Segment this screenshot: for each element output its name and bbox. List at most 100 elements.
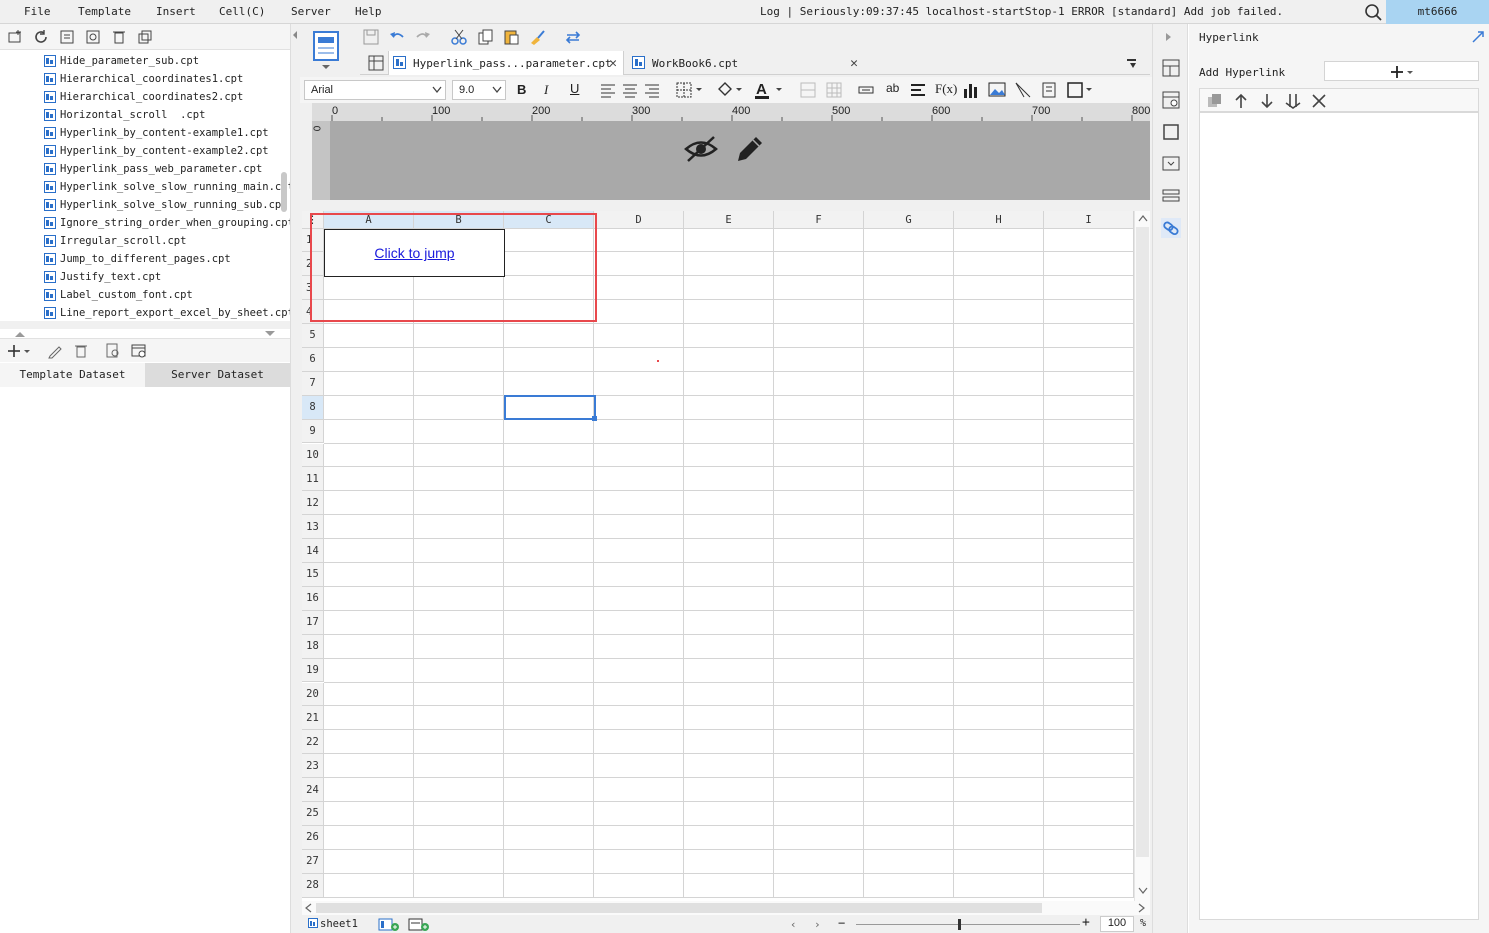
column-header-i[interactable]: I [1044,211,1134,229]
dataset-settings-icon[interactable] [130,342,148,360]
chevron-down-icon[interactable] [492,86,502,94]
locate-icon[interactable] [58,28,76,46]
zoom-input[interactable]: 100 [1100,916,1134,932]
file-list-scrollbar[interactable] [281,172,287,212]
add-hyperlink-button[interactable] [1324,61,1479,81]
eye-off-icon[interactable] [684,134,718,164]
unmerge-cells-icon[interactable] [826,82,842,98]
template-type-icon[interactable] [306,28,346,72]
save-icon[interactable] [362,28,380,46]
chevron-right-icon[interactable] [1165,32,1173,42]
cell-element-icon[interactable] [1161,58,1181,78]
chevron-right-icon[interactable] [1138,903,1146,913]
row-header-17[interactable]: 17 [302,610,324,635]
scroll-thumb[interactable] [1136,227,1149,857]
row-header-18[interactable]: 18 [302,634,324,659]
search-icon[interactable] [1362,2,1384,22]
add-sheet-icon[interactable] [378,917,400,931]
subreport-icon[interactable] [1040,81,1058,99]
menu-template[interactable]: Template [78,5,131,18]
row-header-7[interactable]: 7 [302,371,324,396]
file-item[interactable]: Line_report_export_excel_by_sheet.cpt [44,304,290,322]
copy-icon[interactable] [136,28,154,46]
chevron-up-icon[interactable] [1138,214,1148,222]
parameter-pane[interactable] [312,121,1150,200]
file-item[interactable]: Jump_to_different_pages.cpt [44,250,231,268]
row-header-8[interactable]: 8 [302,395,324,420]
file-item[interactable]: Horizontal_scroll .cpt [44,106,205,124]
scroll-thumb[interactable] [316,903,1042,913]
sheet-next-icon[interactable]: › [814,918,821,931]
chart-icon[interactable] [962,81,980,99]
column-header-f[interactable]: F [774,211,864,229]
row-header-15[interactable]: 15 [302,563,324,587]
link-icon[interactable] [1161,218,1181,238]
menu-help[interactable]: Help [355,5,382,18]
selected-cell[interactable] [504,395,597,421]
copy-hyperlink-icon[interactable] [1206,92,1224,110]
file-item[interactable]: Hierarchical_coordinates2.cpt [44,88,243,106]
slash-icon[interactable] [1014,81,1032,99]
tab-template-dataset[interactable]: Template Dataset [0,363,145,387]
close-tab-icon[interactable]: ✕ [609,56,617,71]
menu-server[interactable]: Server [291,5,331,18]
grid-vertical-scrollbar[interactable] [1134,211,1150,901]
delete-dataset-icon[interactable] [72,342,90,360]
row-header-14[interactable]: 14 [302,539,324,563]
add-polysheet-icon[interactable] [408,917,430,931]
column-header-h[interactable]: H [954,211,1044,229]
zoom-out-icon[interactable]: − [838,916,845,930]
row-header-12[interactable]: 12 [302,491,324,516]
format-painter-icon[interactable] [528,28,546,46]
column-header-d[interactable]: D [594,211,684,229]
text-wrap-icon[interactable] [858,82,874,98]
log-status-text[interactable]: Log | Seriously:09:37:45 localhost-start… [760,5,1283,18]
settings-icon[interactable] [84,28,102,46]
undo-icon[interactable] [388,28,406,46]
add-dataset-icon[interactable] [6,342,30,360]
copy-cells-icon[interactable] [476,28,494,46]
refresh-icon[interactable] [32,28,50,46]
condition-icon[interactable] [1161,186,1181,206]
file-item[interactable]: Hierarchical_coordinates1.cpt [44,70,243,88]
font-family-select[interactable]: Arial [304,80,446,100]
row-header-22[interactable]: 22 [302,730,324,755]
row-header-19[interactable]: 19 [302,658,324,683]
align-center-icon[interactable] [622,82,638,98]
align-left-icon[interactable] [600,82,616,98]
chevron-down-icon[interactable] [1138,887,1148,895]
zoom-slider-track[interactable] [856,924,1080,925]
bold-icon[interactable]: B [517,82,526,97]
file-list-hscrollbar[interactable] [0,321,290,329]
move-down-icon[interactable] [1258,92,1276,110]
file-item[interactable]: Irregular_scroll.cpt [44,232,186,250]
row-header-5[interactable]: 5 [302,324,324,348]
tab-workbook6[interactable]: WorkBook6.cpt ✕ [628,51,864,75]
cut-icon[interactable] [450,28,468,46]
file-item[interactable]: Justify_text.cpt [44,268,161,286]
row-header-9[interactable]: 9 [302,419,324,444]
row-header-20[interactable]: 20 [302,682,324,707]
merge-cells-icon[interactable] [800,82,816,98]
row-header-6[interactable]: 6 [302,347,324,372]
tab-list-icon[interactable] [1124,55,1140,71]
chevron-left-icon[interactable] [304,903,312,913]
file-item[interactable]: Hyperlink_by_content-example2.cpt [44,142,269,160]
user-account[interactable]: mt6666 [1386,0,1489,24]
border-icon[interactable] [676,82,704,98]
tab-server-dataset[interactable]: Server Dataset [145,363,290,387]
row-header-13[interactable]: 13 [302,515,324,540]
row-header-27[interactable]: 27 [302,849,324,874]
italic-icon[interactable]: I [544,82,548,98]
style-icon[interactable] [1161,122,1181,142]
file-item[interactable]: Hyperlink_solve_slow_running_main.cpt [44,178,290,196]
widget-icon[interactable] [1066,81,1094,99]
zoom-in-icon[interactable]: + [1082,915,1090,930]
zoom-slider-handle[interactable] [958,919,961,930]
collapse-down-icon[interactable] [264,330,276,338]
remove-hyperlink-icon[interactable] [1310,92,1328,110]
align-right-icon[interactable] [644,82,660,98]
widget-settings-icon[interactable] [1161,154,1181,174]
row-header-11[interactable]: 11 [302,467,324,492]
sheet-prev-icon[interactable]: ‹ [790,918,797,931]
